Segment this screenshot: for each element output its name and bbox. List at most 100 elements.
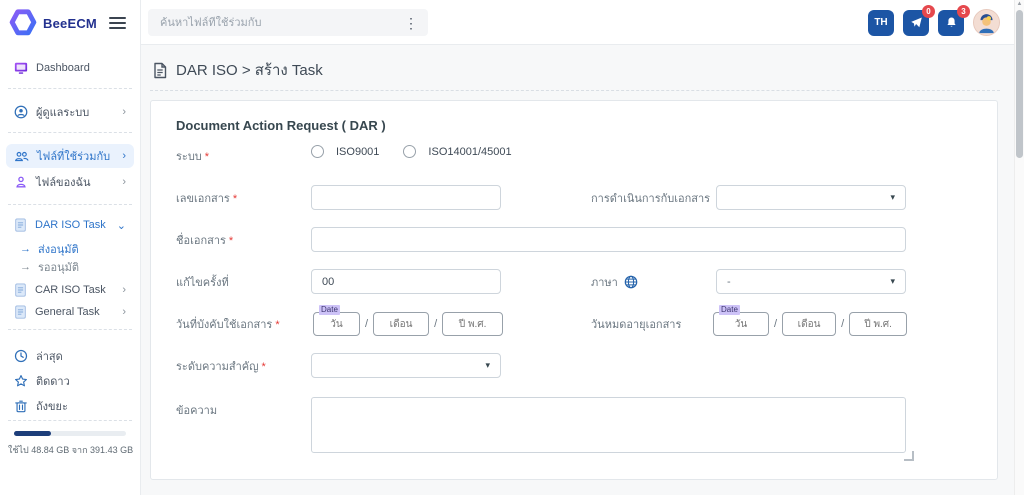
effective-date-group: Date / / xyxy=(313,312,503,336)
sidebar-item-trash[interactable]: ถังขยะ xyxy=(6,394,134,418)
expiry-day-input[interactable] xyxy=(713,312,769,336)
doc-number-input[interactable] xyxy=(311,185,501,210)
sidebar-item-label: ไฟล์ที่ใช้ร่วมกับ xyxy=(37,147,110,165)
storage-usage-text: ใช้ไป 48.84 GB จาก 391.43 GB xyxy=(8,443,138,457)
effective-month-input[interactable] xyxy=(373,312,429,336)
date-separator: / xyxy=(433,318,438,330)
sidebar-subitem-pending-approval[interactable]: → รออนุมัติ xyxy=(20,258,134,275)
header-divider xyxy=(150,90,1000,91)
search-bar[interactable]: ⋮ xyxy=(148,9,428,36)
sidebar-item-label: ไฟล์ของฉัน xyxy=(36,173,91,191)
sidebar-divider xyxy=(8,132,132,133)
required-asterisk: * xyxy=(275,319,279,331)
language-button[interactable]: TH xyxy=(868,10,894,36)
textarea-resize-handle[interactable] xyxy=(904,451,914,461)
language-button-label: TH xyxy=(874,17,887,28)
date-separator: / xyxy=(773,318,778,330)
sidebar-item-label: General Task xyxy=(35,306,100,318)
messages-badge: 0 xyxy=(922,5,935,18)
breadcrumb: DAR ISO > สร้าง Task xyxy=(152,58,323,82)
sidebar-divider xyxy=(8,329,132,330)
doc-action-label: การดำเนินการกับเอกสาร xyxy=(591,189,710,207)
trash-icon xyxy=(14,399,28,413)
date-separator: / xyxy=(840,318,845,330)
chevron-right-icon: › xyxy=(122,306,126,318)
scrollbar-up-arrow[interactable]: ▲ xyxy=(1015,1,1024,7)
notifications-badge: 3 xyxy=(957,5,970,18)
radio-iso14001-45001[interactable] xyxy=(403,145,416,158)
my-files-icon xyxy=(14,175,28,189)
radio-iso9001[interactable] xyxy=(311,145,324,158)
arrow-right-icon: → xyxy=(20,261,31,273)
search-input[interactable] xyxy=(158,16,398,30)
effective-date-label: วันที่บังคับใช้เอกสาร* xyxy=(176,315,280,333)
sidebar-divider xyxy=(8,204,132,205)
expiry-date-label: วันหมดอายุเอกสาร xyxy=(591,315,681,333)
expiry-year-input[interactable] xyxy=(849,312,907,336)
sidebar-item-general-task[interactable]: General Task › xyxy=(6,300,134,324)
priority-label: ระดับความสำคัญ* xyxy=(176,357,266,375)
required-asterisk: * xyxy=(233,193,237,205)
system-label: ระบบ* xyxy=(176,147,209,165)
arrow-right-icon: → xyxy=(20,243,31,255)
date-chip: Date xyxy=(319,305,340,315)
priority-select[interactable]: ▾ xyxy=(311,353,501,378)
brand-name: BeeECM xyxy=(43,16,97,31)
doc-action-select[interactable]: ▾ xyxy=(716,185,906,210)
sidebar-item-label: ผู้ดูแลระบบ xyxy=(36,103,89,121)
chevron-right-icon: › xyxy=(122,284,126,296)
language-label-row: ภาษา xyxy=(591,273,638,291)
radio-iso9001-label: ISO9001 xyxy=(336,146,379,158)
required-asterisk: * xyxy=(262,361,266,373)
doc-name-label: ชื่อเอกสาร* xyxy=(176,231,233,249)
date-separator: / xyxy=(364,318,369,330)
sidebar-item-label: รออนุมัติ xyxy=(38,258,79,276)
form-title: Document Action Request ( DAR ) xyxy=(176,118,386,133)
sidebar-item-starred[interactable]: ติดดาว xyxy=(6,369,134,393)
date-chip: Date xyxy=(719,305,740,315)
sidebar-subitem-send-approval[interactable]: → ส่งอนุมัติ xyxy=(20,240,134,257)
messages-button[interactable]: 0 xyxy=(903,10,929,36)
kebab-menu-icon[interactable]: ⋮ xyxy=(398,16,418,30)
sidebar-item-label: Dashboard xyxy=(36,62,90,74)
send-icon xyxy=(910,16,923,29)
message-textarea[interactable] xyxy=(311,397,906,453)
effective-year-input[interactable] xyxy=(442,312,503,336)
storage-progress-bar xyxy=(14,431,126,436)
scrollbar-thumb[interactable] xyxy=(1016,10,1023,158)
caret-down-icon: ▾ xyxy=(890,276,895,287)
bell-icon xyxy=(945,16,958,29)
sidebar-item-admin[interactable]: ผู้ดูแลระบบ › xyxy=(6,100,134,124)
sidebar-item-shared-files[interactable]: ไฟล์ที่ใช้ร่วมกับ › xyxy=(6,144,134,168)
chevron-right-icon: › xyxy=(122,106,126,118)
caret-down-icon: ▾ xyxy=(485,360,490,371)
page-document-icon xyxy=(152,62,168,79)
sidebar-item-dashboard[interactable]: Dashboard xyxy=(6,56,134,80)
page-scrollbar[interactable]: ▲ xyxy=(1014,0,1024,495)
expiry-month-input[interactable] xyxy=(782,312,836,336)
doc-number-label: เลขเอกสาร* xyxy=(176,189,237,207)
sidebar-item-label: DAR ISO Task xyxy=(35,219,106,231)
sidebar-item-label: ถังขยะ xyxy=(36,397,68,415)
language-select[interactable]: - ▾ xyxy=(716,269,906,294)
effective-day-input[interactable] xyxy=(313,312,360,336)
sidebar: BeeECM Dashboard ผู้ดูแลระบบ › ไฟล์ที่ใช… xyxy=(0,0,141,495)
sidebar-item-label: CAR ISO Task xyxy=(35,284,106,296)
hamburger-menu-icon[interactable] xyxy=(109,14,126,32)
breadcrumb-text: DAR ISO > สร้าง Task xyxy=(176,58,323,82)
required-asterisk: * xyxy=(205,151,209,163)
shared-files-icon xyxy=(14,149,29,163)
revision-input[interactable] xyxy=(311,269,501,294)
sidebar-item-recent[interactable]: ล่าสุด xyxy=(6,344,134,368)
language-label: ภาษา xyxy=(591,273,618,291)
user-avatar[interactable] xyxy=(973,9,1000,36)
message-label: ข้อความ xyxy=(176,401,217,419)
clock-icon xyxy=(14,349,28,363)
doc-name-input[interactable] xyxy=(311,227,906,252)
sidebar-item-dar-iso-task[interactable]: DAR ISO Task ⌄ xyxy=(6,213,134,237)
notifications-button[interactable]: 3 xyxy=(938,10,964,36)
sidebar-item-label: ติดดาว xyxy=(36,372,70,390)
sidebar-item-car-iso-task[interactable]: CAR ISO Task › xyxy=(6,278,134,302)
sidebar-item-my-files[interactable]: ไฟล์ของฉัน › xyxy=(6,170,134,194)
caret-down-icon: ▾ xyxy=(890,192,895,203)
